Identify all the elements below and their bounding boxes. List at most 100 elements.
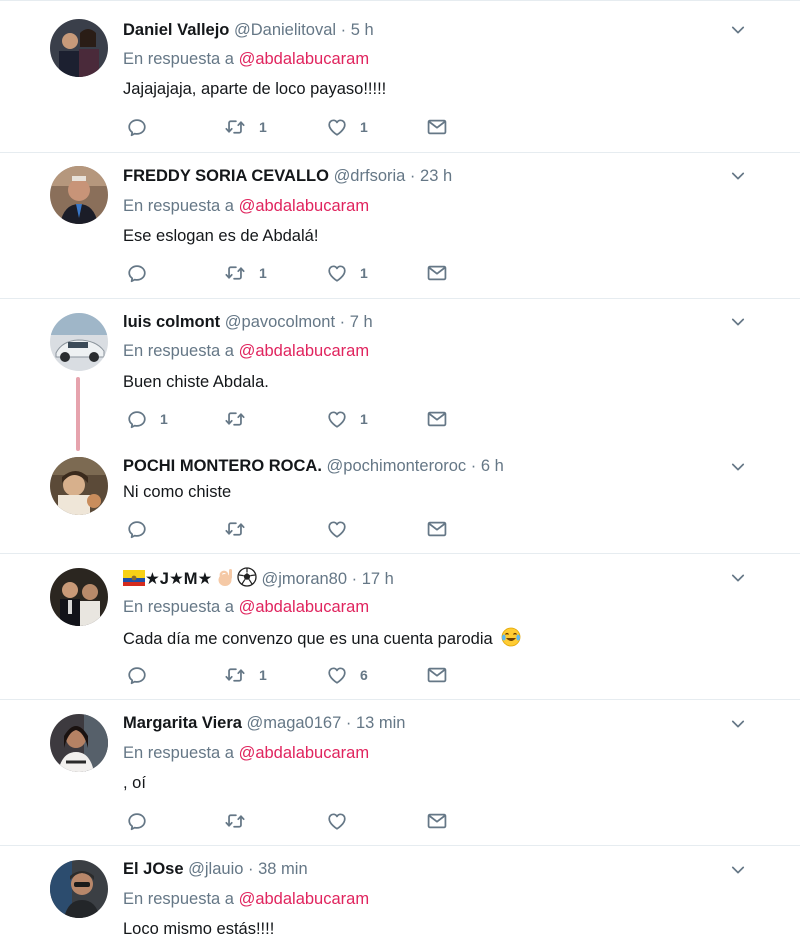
reply-prefix: En respuesta a [123, 598, 239, 616]
dm-button[interactable] [426, 664, 448, 686]
retweet-icon [223, 408, 247, 430]
ok-hand-emoji [217, 567, 235, 592]
ecuador-flag-emoji [123, 570, 145, 591]
tweet[interactable]: El JOse @jlauio · 38 min En respuesta a … [0, 846, 800, 951]
tweet[interactable]: POCHI MONTERO ROCA. @pochimonteroroc · 6… [0, 441, 800, 553]
like-button[interactable] [326, 810, 360, 832]
mention-link[interactable]: @abdalabucaram [239, 197, 370, 215]
reply-button[interactable] [126, 664, 160, 686]
reply-count: 1 [160, 411, 168, 427]
tweet[interactable]: Daniel Vallejo @Danielitoval · 5 h En re… [0, 0, 800, 152]
avatar[interactable] [50, 313, 108, 371]
mention-link[interactable]: @abdalabucaram [239, 342, 370, 360]
timestamp[interactable]: 6 h [481, 457, 504, 475]
envelope-icon [426, 810, 448, 832]
dm-button[interactable] [426, 810, 448, 832]
timestamp[interactable]: 7 h [350, 313, 373, 331]
dm-button[interactable] [426, 518, 448, 540]
mention-link[interactable]: @abdalabucaram [239, 744, 370, 762]
handle[interactable]: @Danielitoval [234, 21, 336, 39]
avatar[interactable] [50, 714, 108, 772]
reply-context: En respuesta a @abdalabucaram [123, 743, 369, 763]
handle[interactable]: @maga0167 [247, 714, 342, 732]
tweet-text: Ni como chiste [123, 483, 232, 501]
retweet-button[interactable]: 1 [223, 262, 267, 284]
tweet-text-row: Cada día me convenzo que es una cuenta p… [123, 627, 521, 649]
timestamp[interactable]: 5 h [351, 21, 374, 39]
envelope-icon [426, 408, 448, 430]
tweet[interactable]: FREDDY SORIA CEVALLO @drfsoria · 23 h En… [0, 153, 800, 298]
avatar[interactable] [50, 568, 108, 626]
envelope-icon [426, 664, 448, 686]
reply-icon [126, 116, 148, 138]
chevron-down-icon[interactable] [729, 861, 747, 879]
tweet-header: Daniel Vallejo @Danielitoval · 5 h [123, 20, 374, 40]
handle[interactable]: @pavocolmont [225, 313, 335, 331]
heart-icon [326, 518, 348, 540]
like-button[interactable]: 1 [326, 116, 368, 138]
separator: · [405, 167, 421, 185]
retweet-icon [223, 518, 247, 540]
like-button[interactable]: 1 [326, 262, 368, 284]
tweet[interactable]: luis colmont @pavocolmont · 7 h En respu… [0, 299, 800, 441]
retweet-button[interactable]: 1 [223, 116, 267, 138]
handle[interactable]: @pochimonteroroc [327, 457, 467, 475]
timestamp[interactable]: 13 min [356, 714, 406, 732]
separator: · [243, 860, 259, 878]
chevron-down-icon[interactable] [729, 715, 747, 733]
mention-link[interactable]: @abdalabucaram [239, 50, 370, 68]
retweet-icon [223, 116, 247, 138]
tweet[interactable]: ★J★M★ @jmoran80 · 17 h En respuesta a @a… [0, 554, 800, 699]
chevron-down-icon[interactable] [729, 167, 747, 185]
like-button[interactable] [326, 518, 360, 540]
avatar[interactable] [50, 19, 108, 77]
chevron-down-icon[interactable] [729, 569, 747, 587]
separator: · [347, 570, 362, 588]
chevron-down-icon[interactable] [729, 313, 747, 331]
retweet-button[interactable] [223, 810, 259, 832]
display-name[interactable]: luis colmont [123, 313, 220, 331]
heart-icon [326, 810, 348, 832]
avatar[interactable] [50, 457, 108, 515]
mention-link[interactable]: @abdalabucaram [239, 890, 370, 908]
dm-button[interactable] [426, 408, 448, 430]
envelope-icon [426, 116, 448, 138]
handle[interactable]: @jmoran80 [262, 570, 348, 588]
display-name[interactable]: El JOse [123, 860, 184, 878]
reply-context: En respuesta a @abdalabucaram [123, 341, 369, 361]
tweet[interactable]: Margarita Viera @maga0167 · 13 min En re… [0, 700, 800, 845]
mention-link[interactable]: @abdalabucaram [239, 598, 370, 616]
tweet-header: Margarita Viera @maga0167 · 13 min [123, 713, 405, 733]
timestamp[interactable]: 17 h [362, 570, 394, 588]
reply-button[interactable] [126, 116, 160, 138]
display-name[interactable]: POCHI MONTERO ROCA. [123, 457, 322, 475]
display-name[interactable]: Margarita Viera [123, 714, 242, 732]
reply-icon [126, 408, 148, 430]
handle[interactable]: @drfsoria [334, 167, 406, 185]
reply-button[interactable] [126, 262, 160, 284]
chevron-down-icon[interactable] [729, 21, 747, 39]
handle[interactable]: @jlauio [188, 860, 243, 878]
tweet-header: FREDDY SORIA CEVALLO @drfsoria · 23 h [123, 166, 452, 186]
like-button[interactable]: 6 [326, 664, 368, 686]
dm-button[interactable] [426, 262, 448, 284]
dm-button[interactable] [426, 116, 448, 138]
display-name[interactable]: FREDDY SORIA CEVALLO [123, 167, 329, 185]
separator: · [335, 313, 350, 331]
retweet-button[interactable] [223, 518, 259, 540]
chevron-down-icon[interactable] [729, 458, 747, 476]
timestamp[interactable]: 38 min [258, 860, 308, 878]
reply-button[interactable] [126, 518, 160, 540]
retweet-button[interactable]: 1 [223, 664, 267, 686]
avatar[interactable] [50, 166, 108, 224]
display-name[interactable]: ★J★M★ [145, 570, 212, 588]
reply-button[interactable]: 1 [126, 408, 168, 430]
avatar[interactable] [50, 860, 108, 918]
tweet-text: Jajajajaja, aparte de loco payaso!!!!! [123, 80, 387, 98]
like-button[interactable]: 1 [326, 408, 368, 430]
reply-button[interactable] [126, 810, 160, 832]
retweet-button[interactable] [223, 408, 259, 430]
reply-icon [126, 810, 148, 832]
timestamp[interactable]: 23 h [420, 167, 452, 185]
display-name[interactable]: Daniel Vallejo [123, 21, 229, 39]
